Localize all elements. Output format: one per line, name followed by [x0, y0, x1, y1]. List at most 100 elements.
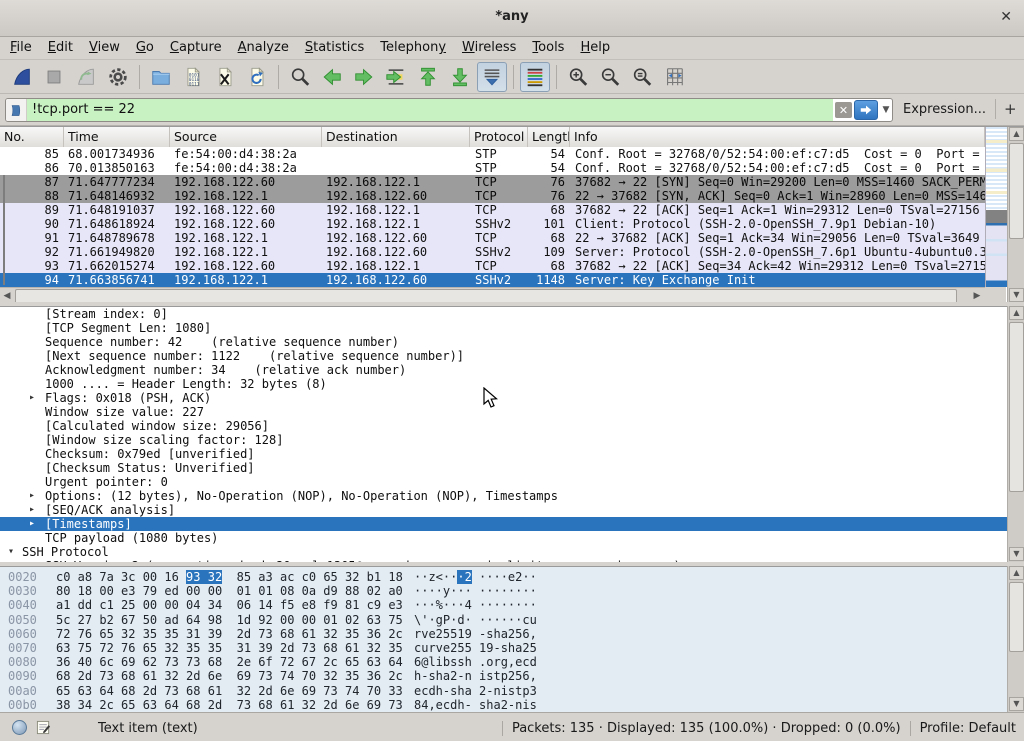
menu-edit[interactable]: Edit: [40, 37, 81, 57]
hex-row-0070[interactable]: 007063 75 72 76 65 32 35 35 31 39 2d 73 …: [0, 641, 1024, 655]
bytes-scroll-up-arrow[interactable]: ▲: [1009, 566, 1024, 580]
detail-line[interactable]: ▸[Timestamps]: [0, 517, 1024, 531]
hex-row-00b0[interactable]: 00b038 34 2c 65 63 64 68 2d 73 68 61 32 …: [0, 698, 1024, 712]
detail-scroll-down-arrow[interactable]: ▼: [1009, 547, 1024, 561]
hex-row-0050[interactable]: 00505c 27 b2 67 50 ad 64 98 1d 92 00 00 …: [0, 613, 1024, 627]
zoom-out-button[interactable]: [595, 62, 625, 92]
open-file-button[interactable]: [146, 62, 176, 92]
close-file-button[interactable]: [210, 62, 240, 92]
auto-scroll-button[interactable]: [477, 62, 507, 92]
profile-text[interactable]: Profile: Default: [920, 721, 1016, 736]
detail-line[interactable]: ▸Flags: 0x018 (PSH, ACK): [0, 391, 1024, 405]
stop-capture-button[interactable]: [39, 62, 69, 92]
go-forward-button[interactable]: [349, 62, 379, 92]
detail-line[interactable]: Checksum: 0x79ed [unverified]: [0, 447, 1024, 461]
hex-row-0040[interactable]: 0040a1 dd c1 25 00 00 04 34 06 14 f5 e8 …: [0, 598, 1024, 612]
detail-line[interactable]: Sequence number: 42 (relative sequence n…: [0, 335, 1024, 349]
hex-row-0060[interactable]: 006072 76 65 32 35 35 31 39 2d 73 68 61 …: [0, 627, 1024, 641]
bytes-vscroll-thumb[interactable]: [1009, 582, 1024, 652]
detail-line[interactable]: Urgent pointer: 0: [0, 475, 1024, 489]
filter-bookmark-icon[interactable]: [6, 99, 27, 121]
detail-line[interactable]: [Window size scaling factor: 128]: [0, 433, 1024, 447]
bytes-scroll-down-arrow[interactable]: ▼: [1009, 697, 1024, 711]
expander-closed-icon[interactable]: ▸: [29, 489, 39, 503]
expression-button[interactable]: Expression...: [903, 102, 986, 117]
expander-closed-icon[interactable]: ▸: [29, 391, 39, 405]
packet-list-vscrollbar[interactable]: ▲ ▼: [1007, 127, 1024, 303]
go-last-button[interactable]: [445, 62, 475, 92]
menu-go[interactable]: Go: [128, 37, 162, 57]
capture-options-button[interactable]: [103, 62, 133, 92]
column-header-protocol[interactable]: Protocol: [470, 127, 528, 147]
detail-line[interactable]: [Checksum Status: Unverified]: [0, 461, 1024, 475]
go-to-packet-button[interactable]: [381, 62, 411, 92]
find-packet-button[interactable]: [285, 62, 315, 92]
packet-row-86[interactable]: 8670.013850163fe:54:00:d4:38:2aSTP54Conf…: [0, 161, 985, 175]
detail-line[interactable]: Acknowledgment number: 34 (relative ack …: [0, 363, 1024, 377]
column-header-time[interactable]: Time: [64, 127, 170, 147]
detail-line[interactable]: ▸Options: (12 bytes), No-Operation (NOP)…: [0, 489, 1024, 503]
display-filter-input[interactable]: !tcp.port == 22: [27, 99, 833, 121]
save-file-button[interactable]: 010101100111: [178, 62, 208, 92]
zoom-in-button[interactable]: [563, 62, 593, 92]
apply-filter-button[interactable]: [854, 100, 878, 120]
detail-line[interactable]: [Stream index: 0]: [0, 307, 1024, 321]
packet-row-92[interactable]: 9271.661949820192.168.122.1192.168.122.6…: [0, 245, 985, 259]
clear-filter-button[interactable]: ✕: [835, 102, 852, 118]
zoom-reset-button[interactable]: [627, 62, 657, 92]
expert-info-icon[interactable]: [12, 720, 27, 735]
add-filter-button[interactable]: +: [1004, 100, 1017, 118]
reload-file-button[interactable]: [242, 62, 272, 92]
scroll-right-arrow[interactable]: ▶: [970, 289, 984, 303]
hex-row-00a0[interactable]: 00a065 63 64 68 2d 73 68 61 32 2d 6e 69 …: [0, 684, 1024, 698]
bytes-vscrollbar[interactable]: ▲ ▼: [1007, 566, 1024, 712]
packet-row-89[interactable]: 8971.648191037192.168.122.60192.168.122.…: [0, 203, 985, 217]
resize-columns-button[interactable]: [659, 62, 689, 92]
hex-row-0090[interactable]: 009068 2d 73 68 61 32 2d 6e 69 73 74 70 …: [0, 669, 1024, 683]
detail-line[interactable]: [Next sequence number: 1122 (relative se…: [0, 349, 1024, 363]
hex-row-0030[interactable]: 003080 18 00 e3 79 ed 00 00 01 01 08 0a …: [0, 584, 1024, 598]
menu-analyze[interactable]: Analyze: [230, 37, 297, 57]
detail-line[interactable]: [TCP Segment Len: 1080]: [0, 321, 1024, 335]
scroll-left-arrow[interactable]: ◀: [0, 289, 14, 303]
packet-minimap[interactable]: [985, 127, 1007, 287]
packet-row-90[interactable]: 9071.648618924192.168.122.60192.168.122.…: [0, 217, 985, 231]
column-header-length[interactable]: Length: [528, 127, 570, 147]
capture-comment-icon[interactable]: [36, 720, 51, 739]
menu-wireless[interactable]: Wireless: [454, 37, 524, 57]
menu-statistics[interactable]: Statistics: [297, 37, 372, 57]
menu-tools[interactable]: Tools: [524, 37, 572, 57]
menu-telephony[interactable]: Telephony: [372, 37, 454, 57]
detail-scroll-up-arrow[interactable]: ▲: [1009, 306, 1024, 320]
vscroll-thumb[interactable]: [1009, 143, 1024, 239]
detail-line[interactable]: ▾SSH Protocol: [0, 545, 1024, 559]
detail-line[interactable]: [Calculated window size: 29056]: [0, 419, 1024, 433]
close-window-button[interactable]: ✕: [1000, 9, 1012, 25]
packet-row-91[interactable]: 9171.648789678192.168.122.1192.168.122.6…: [0, 231, 985, 245]
filter-dropdown-arrow[interactable]: ▼: [880, 105, 892, 115]
packet-row-87[interactable]: 8771.647777234192.168.122.60192.168.122.…: [0, 175, 985, 189]
detail-vscroll-thumb[interactable]: [1009, 322, 1024, 492]
titlebar[interactable]: *any ✕: [0, 0, 1024, 37]
packet-row-88[interactable]: 8871.648146932192.168.122.1192.168.122.6…: [0, 189, 985, 203]
packet-row-94[interactable]: 9471.663856741192.168.122.1192.168.122.6…: [0, 273, 985, 287]
colorize-button[interactable]: [520, 62, 550, 92]
scroll-down-arrow[interactable]: ▼: [1009, 288, 1024, 302]
packet-row-93[interactable]: 9371.662015274192.168.122.60192.168.122.…: [0, 259, 985, 273]
go-first-button[interactable]: [413, 62, 443, 92]
packet-row-85[interactable]: 8568.001734936fe:54:00:d4:38:2aSTP54Conf…: [0, 147, 985, 161]
expander-open-icon[interactable]: ▾: [8, 545, 18, 559]
menu-file[interactable]: File: [2, 37, 40, 57]
column-header-info[interactable]: Info: [570, 127, 985, 147]
expander-closed-icon[interactable]: ▸: [29, 503, 39, 517]
menu-capture[interactable]: Capture: [162, 37, 230, 57]
restart-capture-button[interactable]: [71, 62, 101, 92]
detail-line[interactable]: Window size value: 227: [0, 405, 1024, 419]
column-header-no[interactable]: No.: [0, 127, 64, 147]
scroll-up-arrow[interactable]: ▲: [1009, 127, 1024, 141]
go-back-button[interactable]: [317, 62, 347, 92]
hex-row-0080[interactable]: 008036 40 6c 69 62 73 73 68 2e 6f 72 67 …: [0, 655, 1024, 669]
detail-vscrollbar[interactable]: ▲ ▼: [1007, 306, 1024, 562]
hex-row-0020[interactable]: 0020c0 a8 7a 3c 00 16 93 32 85 a3 ac c0 …: [0, 570, 1024, 584]
detail-line[interactable]: 1000 .... = Header Length: 32 bytes (8): [0, 377, 1024, 391]
